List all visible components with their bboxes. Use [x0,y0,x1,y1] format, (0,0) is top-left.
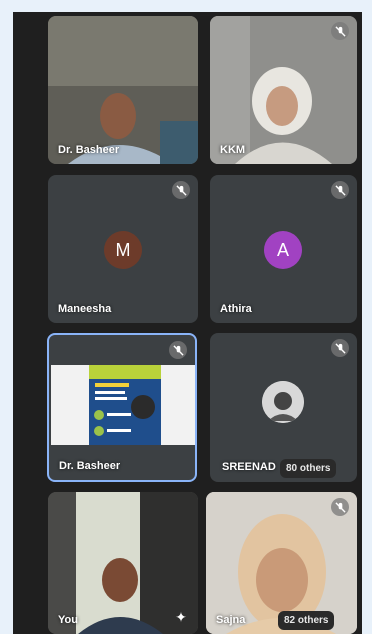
participant-tile-kkm[interactable]: KKM [210,16,357,164]
sparkle-icon[interactable]: ✦ [172,608,190,626]
mic-off-icon [172,181,190,199]
others-count-chip[interactable]: 80 others [280,459,337,478]
participant-tile-maneesha[interactable]: M Maneesha [48,175,198,323]
participant-name: You [58,614,78,626]
avatar-initial: M [115,239,131,260]
participant-tile-you[interactable]: You ✦ [48,492,198,634]
participant-name: Dr. Basheer [58,144,120,156]
avatar: A [264,231,302,269]
shared-screen-poster [51,365,195,445]
participant-name: Athira [220,303,252,315]
participant-tile-dr-basheer[interactable]: Dr. Basheer [48,16,198,164]
avatar: M [104,231,142,269]
mic-off-icon [331,22,349,40]
avatar [262,381,304,423]
participant-name: KKM [220,144,246,156]
participant-tile-athira[interactable]: A Athira [210,175,357,323]
mic-off-icon [331,181,349,199]
mic-off-icon [331,339,349,357]
participant-video [48,16,198,164]
others-count-chip[interactable]: 82 others [278,611,335,630]
participant-name: Sajna [216,614,246,626]
participant-tile-sreenad[interactable]: SREENAD 80 others [210,333,357,482]
participant-tile-sajna[interactable]: Sajna 82 others [206,492,357,634]
avatar-initial: A [276,239,289,260]
meeting-grid: Dr. Basheer KKM M Maneesha A Athira Dr. … [13,12,362,634]
mic-off-icon [331,498,349,516]
participant-name: Dr. Basheer [59,460,121,472]
participant-name: SREENAD [222,461,276,473]
participant-tile-screenshare[interactable]: Dr. Basheer [47,333,197,482]
participant-name: Maneesha [58,303,112,315]
mic-off-icon [169,341,187,359]
